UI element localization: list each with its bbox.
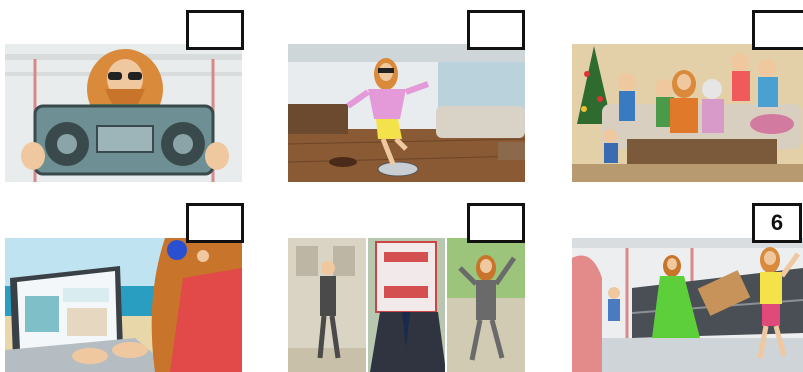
family-sofa-illustration xyxy=(572,44,803,182)
comic-panel-5 xyxy=(288,238,525,372)
suit-street-illustration xyxy=(288,238,525,372)
comic-panel-3 xyxy=(572,44,803,182)
comic-panel-4 xyxy=(5,238,242,372)
number-box-5[interactable] xyxy=(467,203,525,243)
robot-vacuum-illustration xyxy=(288,44,525,182)
boombox-illustration xyxy=(5,44,242,182)
number-box-6[interactable]: 6 xyxy=(752,203,802,243)
comic-panel-1 xyxy=(5,44,242,182)
number-box-3[interactable] xyxy=(752,10,803,50)
shopping-illustration xyxy=(572,238,803,372)
laptop-headphones-illustration xyxy=(5,238,242,372)
number-box-1[interactable] xyxy=(186,10,244,50)
number-box-4[interactable] xyxy=(186,203,244,243)
comic-panel-2 xyxy=(288,44,525,182)
number-box-2[interactable] xyxy=(467,10,525,50)
comic-panel-6 xyxy=(572,238,803,372)
